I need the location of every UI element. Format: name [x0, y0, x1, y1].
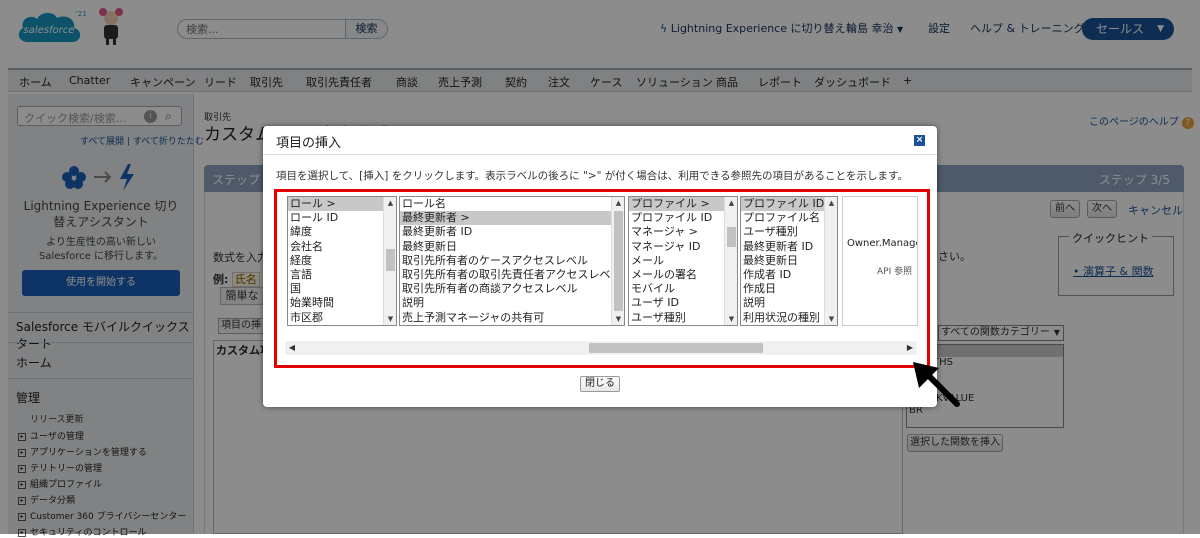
arrow-pointer-icon: [913, 362, 960, 407]
insert-field-dialog: 項目の挿入 × 項目を選択して、[挿入] をクリックします。表示ラベルの後ろに …: [263, 126, 937, 407]
close-button[interactable]: 閉じる: [580, 376, 620, 392]
close-icon[interactable]: ×: [914, 135, 925, 146]
highlight-frame: [274, 189, 930, 368]
dialog-instructions: 項目を選択して、[挿入] をクリックします。表示ラベルの後ろに ">" が付く場…: [276, 170, 909, 182]
dialog-title: 項目の挿入: [276, 136, 342, 151]
